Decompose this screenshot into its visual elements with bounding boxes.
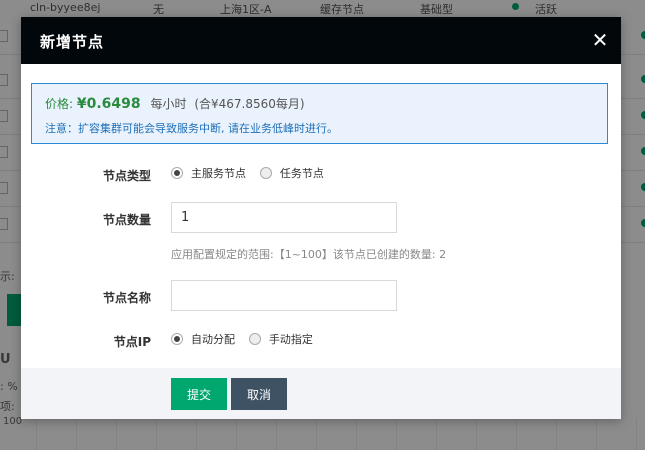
node-name-input[interactable] [171, 280, 397, 311]
node-type-label: 节点类型 [102, 169, 151, 183]
price-value: ¥0.6498 [76, 96, 141, 112]
price-label: 价格: [45, 97, 74, 111]
radio-manual-assign-label[interactable]: 手动指定 [269, 331, 313, 347]
add-node-dialog: 新增节点 ✕ 价格: ¥0.6498 每小时 (合¥467.8560每月) 注意… [21, 17, 621, 419]
node-name-label: 节点名称 [102, 291, 151, 305]
price-notice: 价格: ¥0.6498 每小时 (合¥467.8560每月) 注意：扩容集群可能… [31, 83, 608, 144]
price-line: 价格: ¥0.6498 每小时 (合¥467.8560每月) [45, 95, 305, 112]
node-count-hint: 应用配置规定的范围:【1~100】该节点已创建的数量: 2 [171, 248, 447, 261]
scale-warning: 注意：扩容集群可能会导致服务中断, 请在业务低峰时进行。 [45, 122, 338, 135]
node-count-label: 节点数量 [102, 213, 151, 227]
radio-main-node-label[interactable]: 主服务节点 [191, 165, 246, 181]
dialog-header: 新增节点 ✕ [21, 17, 621, 64]
price-unit-hour: 每小时 [150, 97, 187, 111]
node-ip-label: 节点IP [113, 335, 151, 349]
node-type-radio-group: 主服务节点 任务节点 [171, 165, 334, 181]
submit-button[interactable]: 提交 [171, 378, 227, 410]
radio-main-node[interactable] [171, 167, 183, 179]
node-ip-radio-group: 自动分配 手动指定 [171, 331, 323, 347]
price-per-month: (合¥467.8560每月) [194, 97, 305, 111]
radio-manual-assign[interactable] [248, 333, 261, 345]
dialog-footer: 提交 取消 [21, 368, 621, 419]
cancel-button[interactable]: 取消 [231, 378, 287, 410]
radio-task-node[interactable] [259, 167, 272, 179]
radio-auto-assign[interactable] [171, 333, 183, 345]
node-count-input[interactable] [171, 202, 397, 233]
dialog-title: 新增节点 [40, 33, 105, 51]
radio-auto-assign-label[interactable]: 自动分配 [191, 331, 235, 347]
radio-task-node-label[interactable]: 任务节点 [280, 165, 324, 181]
close-icon[interactable]: ✕ [591, 29, 609, 51]
